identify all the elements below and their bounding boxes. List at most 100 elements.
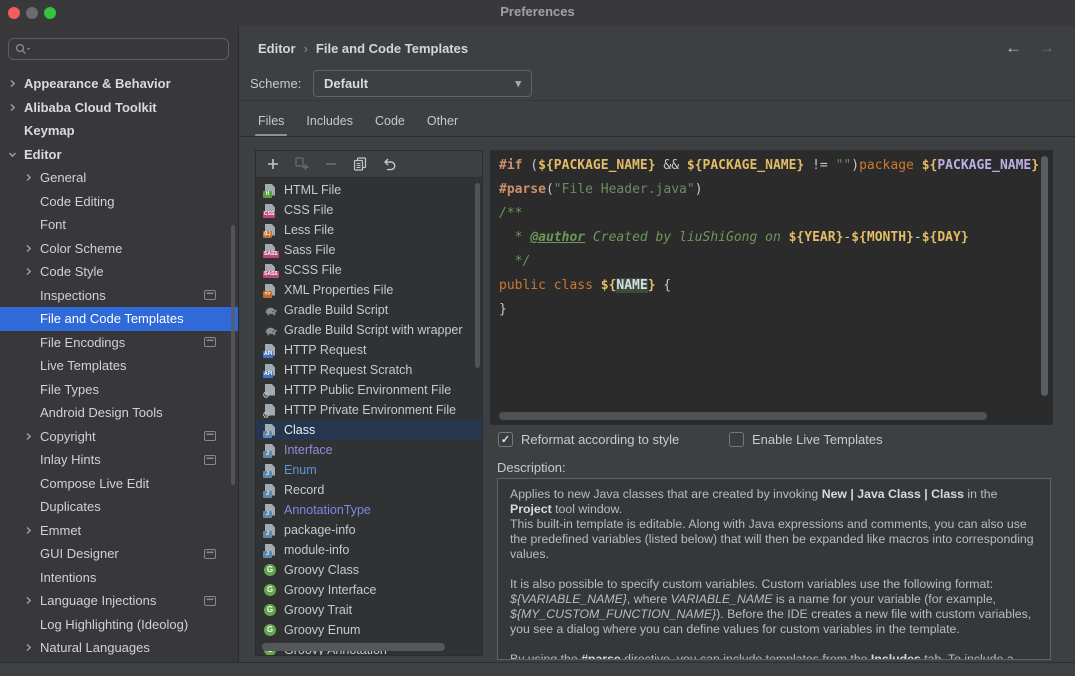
sidebar-item-language-injections[interactable]: Language Injections xyxy=(0,589,238,613)
tab-code[interactable]: Code xyxy=(364,110,416,137)
forward-arrow-icon: → xyxy=(1038,38,1055,57)
tab-includes[interactable]: Includes xyxy=(295,110,364,137)
live-templates-checkbox[interactable] xyxy=(729,432,744,447)
template-item-package-info[interactable]: Jpackage-info xyxy=(256,520,482,540)
template-item-http-request-scratch[interactable]: API HTTP Request Scratch xyxy=(256,360,482,380)
copy-template-icon[interactable] xyxy=(294,156,310,172)
sidebar-item-duplicates[interactable]: Duplicates xyxy=(0,495,238,519)
per-project-settings-icon xyxy=(204,290,216,300)
sidebar-item-copyright[interactable]: Copyright xyxy=(0,425,238,449)
chevron-right-icon xyxy=(24,244,33,253)
template-item-scss-file[interactable]: SASSSCSS File xyxy=(256,260,482,280)
template-item-module-info[interactable]: Jmodule-info xyxy=(256,540,482,560)
sidebar-item-label: Code Editing xyxy=(40,194,114,209)
sidebar-item-inspections[interactable]: Inspections xyxy=(0,284,238,308)
java-file-icon: J xyxy=(263,483,278,498)
sidebar-item-log-highlighting-ideolog[interactable]: Log Highlighting (Ideolog) xyxy=(0,613,238,637)
sidebar-item-file-types[interactable]: File Types xyxy=(0,378,238,402)
code-line: #parse("File Header.java") xyxy=(499,178,1044,202)
template-item-css-file[interactable]: CSSCSS File xyxy=(256,200,482,220)
per-project-settings-icon xyxy=(204,431,216,441)
back-arrow-icon[interactable]: ← xyxy=(1005,38,1022,57)
template-item-label: Enum xyxy=(284,463,317,477)
template-item-gradle-build-script-with-wrapper[interactable]: Gradle Build Script with wrapper xyxy=(256,320,482,340)
sidebar-item-code-editing[interactable]: Code Editing xyxy=(0,190,238,214)
template-item-http-public-environment-file[interactable]: ⚙HTTP Public Environment File xyxy=(256,380,482,400)
reformat-option[interactable]: ✓ Reformat according to style xyxy=(498,432,679,447)
chevron-right-icon xyxy=(8,79,24,88)
sidebar-item-gui-designer[interactable]: GUI Designer xyxy=(0,542,238,566)
duplicate-template-icon[interactable] xyxy=(352,156,368,172)
sidebar-item-appearance-behavior[interactable]: Appearance & Behavior xyxy=(0,72,238,96)
tab-other[interactable]: Other xyxy=(416,110,469,137)
breadcrumb-editor[interactable]: Editor xyxy=(258,41,296,56)
sidebar-item-label: Compose Live Edit xyxy=(40,476,149,491)
sidebar-item-file-and-code-templates[interactable]: File and Code Templates xyxy=(0,307,238,331)
chevron-right-icon xyxy=(24,244,40,253)
sidebar-item-compose-live-edit[interactable]: Compose Live Edit xyxy=(0,472,238,496)
sidebar-item-alibaba-cloud-toolkit[interactable]: Alibaba Cloud Toolkit xyxy=(0,96,238,120)
template-code[interactable]: #if (${PACKAGE_NAME} && ${PACKAGE_NAME} … xyxy=(491,151,1052,325)
code-line: /** xyxy=(499,202,1044,226)
sidebar-item-keymap[interactable]: Keymap xyxy=(0,119,238,143)
scss-file-icon: SASS xyxy=(263,263,278,278)
template-item-label: AnnotationType xyxy=(284,503,371,517)
reformat-checkbox[interactable]: ✓ xyxy=(498,432,513,447)
template-item-html-file[interactable]: HHTML File xyxy=(256,180,482,200)
template-item-label: HTML File xyxy=(284,183,341,197)
template-list-vertical-scrollbar[interactable] xyxy=(475,183,480,368)
http-file-icon: API xyxy=(263,363,278,378)
template-editor[interactable]: #if (${PACKAGE_NAME} && ${PACKAGE_NAME} … xyxy=(490,150,1053,425)
settings-sidebar: Appearance & BehaviorAlibaba Cloud Toolk… xyxy=(0,26,239,676)
template-toolbar xyxy=(256,151,482,178)
sidebar-item-label: Inlay Hints xyxy=(40,452,101,467)
template-item-less-file[interactable]: (L)Less File xyxy=(256,220,482,240)
template-list-horizontal-scrollbar[interactable] xyxy=(262,643,445,651)
sidebar-item-label: Language Injections xyxy=(40,593,156,608)
sidebar-item-font[interactable]: Font xyxy=(0,213,238,237)
template-item-class[interactable]: JClass xyxy=(256,420,482,440)
template-item-sass-file[interactable]: SASSSass File xyxy=(256,240,482,260)
sidebar-item-android-design-tools[interactable]: Android Design Tools xyxy=(0,401,238,425)
sidebar-scrollbar[interactable] xyxy=(231,225,235,485)
live-templates-option[interactable]: Enable Live Templates xyxy=(729,432,883,447)
template-item-enum[interactable]: JEnum xyxy=(256,460,482,480)
sidebar-item-intentions[interactable]: Intentions xyxy=(0,566,238,590)
sidebar-item-live-templates[interactable]: Live Templates xyxy=(0,354,238,378)
template-item-groovy-class[interactable]: GGroovy Class xyxy=(256,560,482,580)
template-item-http-private-environment-file[interactable]: ⚙HTTP Private Environment File xyxy=(256,400,482,420)
template-item-http-request[interactable]: APIHTTP Request xyxy=(256,340,482,360)
sidebar-item-code-style[interactable]: Code Style xyxy=(0,260,238,284)
sidebar-item-color-scheme[interactable]: Color Scheme xyxy=(0,237,238,261)
chevron-down-icon: ▾ xyxy=(515,77,521,90)
template-item-gradle-build-script[interactable]: Gradle Build Script xyxy=(256,300,482,320)
editor-horizontal-scrollbar[interactable] xyxy=(499,412,987,420)
description-label: Description: xyxy=(497,460,566,475)
sidebar-item-inlay-hints[interactable]: Inlay Hints xyxy=(0,448,238,472)
template-item-interface[interactable]: JInterface xyxy=(256,440,482,460)
template-item-annotationtype[interactable]: J AnnotationType xyxy=(256,500,482,520)
template-item-record[interactable]: J Record xyxy=(256,480,482,500)
add-template-icon[interactable] xyxy=(265,156,281,172)
sidebar-item-file-encodings[interactable]: File Encodings xyxy=(0,331,238,355)
chevron-down-icon xyxy=(8,150,17,159)
sidebar-item-natural-languages[interactable]: Natural Languages xyxy=(0,636,238,660)
java-file-icon: J xyxy=(263,503,278,518)
template-item-label: HTTP Request Scratch xyxy=(284,363,412,377)
search-input[interactable] xyxy=(8,38,229,60)
sidebar-item-label: File Encodings xyxy=(40,335,125,350)
template-item-groovy-enum[interactable]: GGroovy Enum xyxy=(256,620,482,640)
template-item-groovy-trait[interactable]: GGroovy Trait xyxy=(256,600,482,620)
revert-template-icon[interactable] xyxy=(381,156,397,172)
sidebar-item-editor[interactable]: Editor xyxy=(0,143,238,167)
scheme-select[interactable]: Default ▾ xyxy=(313,70,532,97)
chevron-right-icon xyxy=(8,103,24,112)
template-item-label: Record xyxy=(284,483,324,497)
editor-vertical-scrollbar[interactable] xyxy=(1041,156,1048,396)
remove-template-icon[interactable] xyxy=(323,156,339,172)
tab-files[interactable]: Files xyxy=(247,110,295,137)
template-item-groovy-interface[interactable]: GGroovy Interface xyxy=(256,580,482,600)
sidebar-item-emmet[interactable]: Emmet xyxy=(0,519,238,543)
sidebar-item-general[interactable]: General xyxy=(0,166,238,190)
template-item-xml-properties-file[interactable]: <>XML Properties File xyxy=(256,280,482,300)
